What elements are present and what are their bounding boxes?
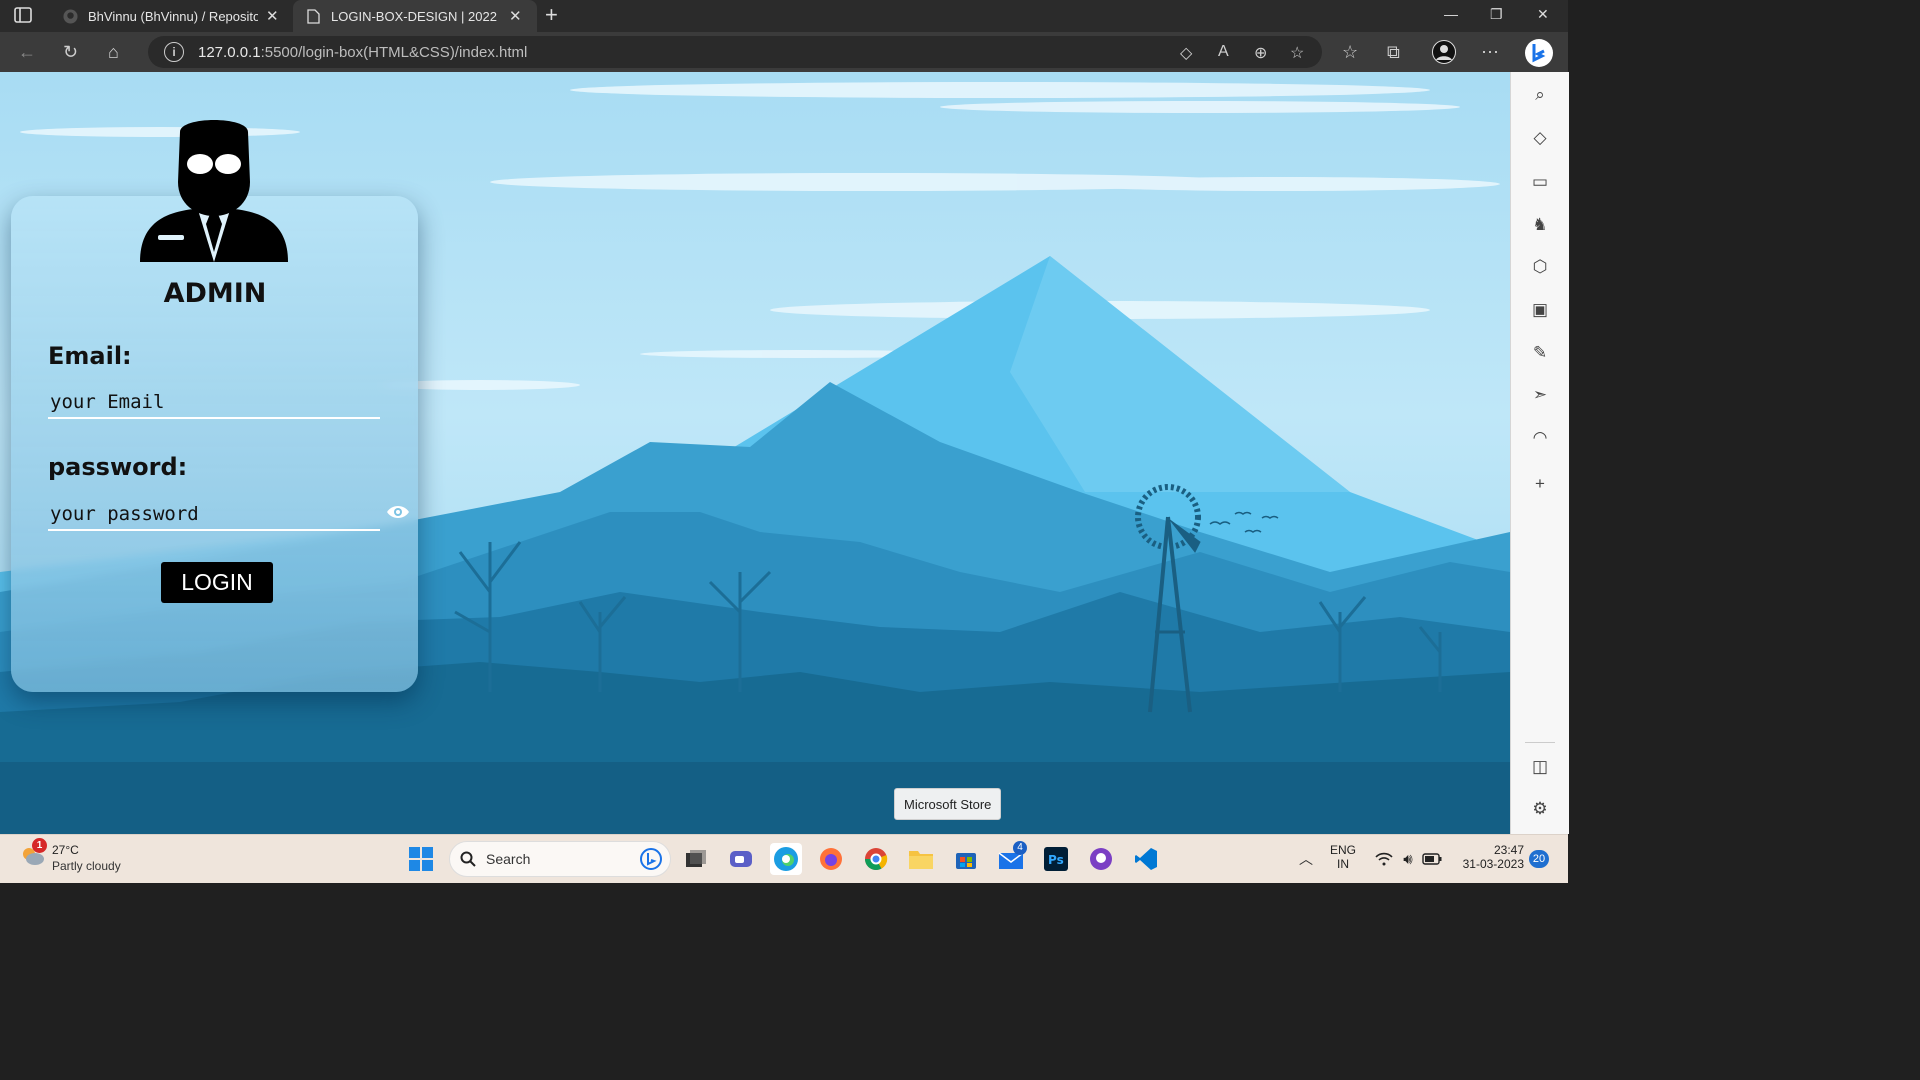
close-tab-icon[interactable]: ✕ <box>266 7 279 25</box>
card-glass-background <box>11 196 418 692</box>
tag-icon[interactable]: ◇ <box>1180 43 1192 63</box>
admin-title: ADMIN <box>163 278 267 309</box>
clock-time: 23:47 <box>1493 843 1524 857</box>
email-label: Email: <box>48 342 132 370</box>
taskbar-search-box[interactable]: Search <box>449 841 671 877</box>
show-password-icon[interactable] <box>386 504 410 520</box>
close-window-icon[interactable]: ✕ <box>1537 6 1549 23</box>
tab-actions-icon[interactable] <box>14 7 32 23</box>
firefox-icon[interactable] <box>815 843 847 875</box>
clock[interactable]: 23:47 31-03-2023 <box>1452 843 1524 871</box>
admin-avatar-icon <box>140 120 288 262</box>
edge-sidebar: ⌕ ◇ ▭ ♞ ⬡ ▣ ✎ ➣ ◠ + ◫ ⚙ <box>1510 72 1569 834</box>
site-info-icon[interactable]: i <box>164 42 184 62</box>
favorites-icon[interactable]: ☆ <box>1342 42 1358 62</box>
github-desktop-icon[interactable] <box>1085 843 1117 875</box>
close-tab-icon[interactable]: ✕ <box>509 7 522 25</box>
browser-toolbar: ← ↻ ⌂ i 127.0.0.1:5500/login-box(HTML&CS… <box>0 32 1568 72</box>
minimize-icon[interactable]: — <box>1444 6 1458 22</box>
url-text[interactable]: 127.0.0.1:5500/login-box(HTML&CSS)/index… <box>198 44 527 61</box>
github-icon <box>62 8 78 24</box>
password-label: password: <box>48 453 188 481</box>
read-aloud-icon[interactable]: A <box>1218 43 1229 61</box>
back-icon[interactable]: ← <box>18 42 36 62</box>
tab-bar: BhVinnu (BhVinnu) / Repositories ✕ LOGIN… <box>0 0 1568 32</box>
weather-condition: Partly cloudy <box>52 859 121 873</box>
refresh-icon[interactable]: ↻ <box>63 42 78 62</box>
more-icon[interactable]: ⋯ <box>1481 42 1499 62</box>
bing-chat-icon[interactable] <box>1524 38 1554 72</box>
games-icon[interactable]: ♞ <box>1529 214 1551 236</box>
profile-avatar-icon[interactable] <box>1432 40 1456 68</box>
language-indicator[interactable]: ENG IN <box>1330 843 1356 871</box>
tab-title: BhVinnu (BhVinnu) / Repositories <box>88 8 258 24</box>
zoom-icon[interactable]: ⊕ <box>1254 43 1267 63</box>
partly-cloudy-icon: 1 <box>20 838 47 868</box>
login-button[interactable]: LOGIN <box>161 562 273 603</box>
vscode-icon[interactable] <box>1130 843 1162 875</box>
add-favorite-icon[interactable]: ☆ <box>1290 43 1304 63</box>
battery-icon[interactable] <box>1416 843 1448 875</box>
tools-icon[interactable]: ▭ <box>1529 171 1551 193</box>
notifications-icon[interactable]: ◠ <box>1529 427 1551 449</box>
bing-icon[interactable] <box>640 848 662 870</box>
clock-date: 31-03-2023 <box>1462 857 1524 871</box>
edge-icon[interactable] <box>770 843 802 875</box>
send-icon[interactable]: ➣ <box>1529 384 1551 406</box>
language-code: ENG <box>1330 843 1357 857</box>
windows-taskbar: 1 27°C Partly cloudy Search 4 Ps ︿ ENG I… <box>0 834 1568 883</box>
page-icon <box>305 8 321 24</box>
tab-title: LOGIN-BOX-DESIGN | 2022 | VINNU <box>331 8 501 24</box>
weather-badge: 1 <box>32 838 47 853</box>
add-icon[interactable]: + <box>1529 473 1551 495</box>
microsoft-store-icon[interactable] <box>950 843 982 875</box>
collections-icon[interactable]: ⧉ <box>1387 42 1400 62</box>
notification-count-badge[interactable]: 20 <box>1529 850 1549 868</box>
weather-widget[interactable]: 1 27°C Partly cloudy <box>20 838 121 874</box>
tab-github[interactable]: BhVinnu (BhVinnu) / Repositories ✕ <box>54 0 292 32</box>
hide-sidebar-icon[interactable]: ◫ <box>1529 756 1551 778</box>
login-card <box>11 196 418 692</box>
mail-icon[interactable]: 4 <box>995 841 1027 875</box>
region-code: IN <box>1337 857 1349 871</box>
microsoft-store-tooltip: Microsoft Store <box>894 788 1002 820</box>
shopping-tag-icon[interactable]: ◇ <box>1529 127 1551 149</box>
search-label: Search <box>486 851 531 867</box>
email-field[interactable] <box>48 387 380 419</box>
search-icon <box>460 851 476 867</box>
photoshop-icon[interactable]: Ps <box>1040 843 1072 875</box>
tab-login-box[interactable]: LOGIN-BOX-DESIGN | 2022 | VINNU ✕ <box>293 0 537 32</box>
image-creator-icon[interactable]: ✎ <box>1529 342 1551 364</box>
svg-text:Ps: Ps <box>1048 853 1064 867</box>
address-bar[interactable]: i 127.0.0.1:5500/login-box(HTML&CSS)/ind… <box>148 36 1322 68</box>
microsoft365-icon[interactable]: ⬡ <box>1529 256 1551 278</box>
new-tab-button[interactable]: + <box>545 4 558 26</box>
teams-chat-icon[interactable] <box>725 843 757 875</box>
chrome-icon[interactable] <box>860 843 892 875</box>
restore-icon[interactable]: ❐ <box>1490 6 1503 23</box>
start-windows-icon[interactable] <box>405 843 437 875</box>
show-hidden-icons-chevron-icon[interactable]: ︿ <box>1290 843 1322 875</box>
settings-gear-icon[interactable]: ⚙ <box>1529 798 1551 820</box>
search-icon[interactable]: ⌕ <box>1529 84 1551 106</box>
password-field[interactable] <box>48 499 380 531</box>
weather-temperature: 27°C <box>52 843 79 857</box>
sidebar-divider <box>1525 742 1555 743</box>
mail-badge: 4 <box>1013 841 1027 855</box>
outlook-icon[interactable]: ▣ <box>1529 299 1551 321</box>
file-explorer-icon[interactable] <box>905 843 937 875</box>
task-view-icon[interactable] <box>680 843 712 875</box>
home-icon[interactable]: ⌂ <box>108 42 119 62</box>
page-viewport: ADMIN Email: password: LOGIN Microsoft S… <box>0 72 1510 834</box>
